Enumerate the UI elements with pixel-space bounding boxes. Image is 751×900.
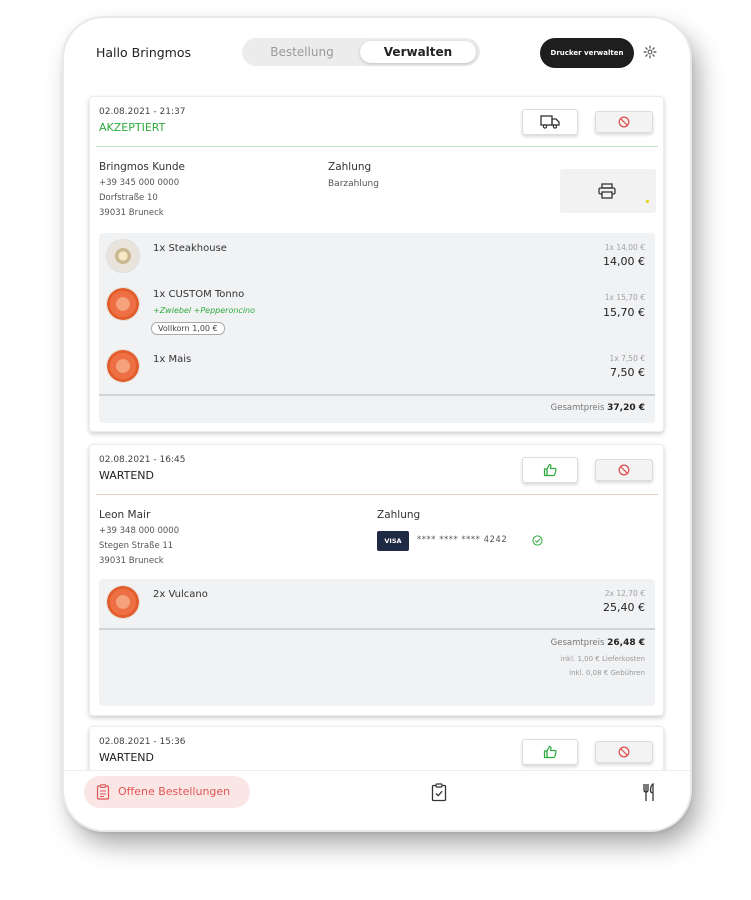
tab-bestellung[interactable]: Bestellung [246,41,358,63]
ban-icon [618,116,630,128]
order-items: 1x Steakhouse 1x 14,00 € 14,00 € 1x CUST… [99,233,655,423]
thumbs-up-icon [543,745,557,759]
order-card: 02.08.2021 - 21:37 AKZEPTIERT Bringmos K… [89,96,664,432]
customer-name: Leon Mair [99,509,151,521]
item-name: 1x Mais [153,354,192,365]
nav-open-orders[interactable]: Offene Bestellungen [84,776,250,808]
status-divider [96,146,658,147]
total-label: Gesamtpreis [550,403,605,413]
status-divider [96,494,658,495]
item-unit-price: 1x 14,00 € [604,243,645,252]
payment-label: Zahlung [377,509,421,521]
order-card: 02.08.2021 - 16:45 WARTEND Leon Mair +39… [89,444,664,716]
cutlery-icon[interactable] [641,783,657,802]
tab-verwalten[interactable]: Verwalten [360,41,476,63]
orders-list[interactable]: 02.08.2021 - 21:37 AKZEPTIERT Bringmos K… [64,90,690,770]
items-divider [99,394,655,396]
item-image [107,288,139,320]
item-name: 2x Vulcano [153,589,208,600]
item-name: 1x Steakhouse [153,243,227,254]
total-value: 37,20 € [607,403,645,413]
order-card: 02.08.2021 - 15:36 WARTEND [89,726,664,770]
customer-city: 39031 Bruneck [99,556,164,566]
mode-switch: Bestellung Verwalten [242,38,480,66]
visa-card-icon: VISA [377,531,409,551]
nav-open-orders-label: Offene Bestellungen [118,785,231,798]
clipboard-check-icon[interactable] [431,783,447,802]
item-total: 15,70 € [603,306,645,319]
customer-street: Dorfstraße 10 [99,193,158,203]
reject-button[interactable] [595,459,653,481]
check-circle-icon [532,535,543,546]
print-order-button[interactable] [560,169,656,213]
reject-button[interactable] [595,741,653,763]
items-divider [99,628,655,630]
order-items: 2x Vulcano 2x 12,70 € 25,40 € Gesamtprei… [99,579,655,706]
reject-button[interactable] [595,111,653,133]
item-unit-price: 2x 12,70 € [604,589,645,598]
payment-label: Zahlung [328,161,372,173]
item-variant-tag: Vollkorn 1,00 € [151,322,225,335]
order-status: AKZEPTIERT [99,121,166,134]
printer-icon [598,183,616,199]
bottom-nav: Offene Bestellungen [64,770,690,830]
fees-note: inkl. 0,08 € Gebühren [569,669,645,677]
ban-icon [618,746,630,758]
delivery-cost-note: inkl. 1,00 € Lieferkosten [560,655,645,663]
item-unit-price: 1x 15,70 € [604,293,645,302]
item-extras: +Zwiebel +Pepperoncino [153,306,256,315]
item-image [107,240,139,272]
gear-icon[interactable] [643,45,657,59]
order-datetime: 02.08.2021 - 21:37 [99,107,186,117]
accept-button[interactable] [522,457,578,483]
greeting: Hallo Bringmos [96,45,192,60]
item-unit-price: 1x 7,50 € [609,354,645,363]
item-total: 14,00 € [603,255,645,268]
item-image [107,586,139,618]
order-datetime: 02.08.2021 - 16:45 [99,455,186,465]
item-image [107,350,139,382]
order-status: WARTEND [99,751,155,764]
customer-phone: +39 345 000 0000 [99,178,180,188]
item-total: 25,40 € [603,601,645,614]
thumbs-up-icon [543,463,557,477]
customer-phone: +39 348 000 0000 [99,526,180,536]
customer-name: Bringmos Kunde [99,161,186,173]
customer-street: Stegen Straße 11 [99,541,174,551]
accept-button[interactable] [522,739,578,765]
delivery-button[interactable] [522,109,578,135]
order-datetime: 02.08.2021 - 15:36 [99,737,186,747]
order-total: Gesamtpreis 37,20 € [551,403,645,413]
order-total: Gesamtpreis 26,48 € [551,638,645,648]
order-status: WARTEND [99,469,155,482]
total-label: Gesamtpreis [550,638,605,648]
open-orders-icon [96,784,110,800]
item-total: 7,50 € [610,366,645,379]
ban-icon [618,464,630,476]
truck-icon [540,115,560,129]
item-name: 1x CUSTOM Tonno [153,289,245,300]
tablet-frame: Hallo Bringmos Bestellung Verwalten Druc… [64,18,690,830]
payment-method: Barzahlung [328,179,379,189]
top-bar: Hallo Bringmos Bestellung Verwalten Druc… [64,18,690,90]
total-value: 26,48 € [607,638,645,648]
manage-printer-button[interactable]: Drucker verwalten [540,38,634,68]
card-number: **** **** **** 4242 [417,535,508,545]
customer-city: 39031 Bruneck [99,208,164,218]
printer-status-dot [646,200,649,203]
